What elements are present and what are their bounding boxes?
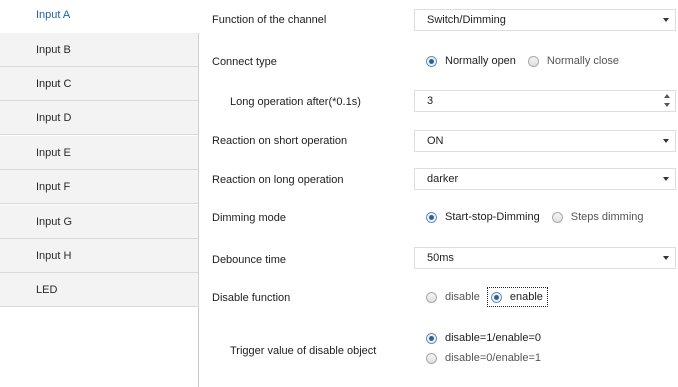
sidebar-item-input-h[interactable]: Input H: [0, 239, 199, 273]
normally-close-radio[interactable]: Normally close: [527, 55, 620, 67]
sidebar-item-input-c[interactable]: Input C: [0, 67, 199, 101]
enable-label: enable: [509, 291, 543, 303]
radio-unchecked-icon: [551, 211, 563, 223]
sidebar-item-input-a[interactable]: Input A: [0, 0, 199, 33]
long-operation-spinbox[interactable]: 3: [414, 90, 676, 112]
steps-dimming-radio[interactable]: Steps dimming: [551, 211, 644, 223]
dimming-mode-radio-group: Start-stop-Dimming Steps dimming: [426, 211, 644, 223]
long-operation-value: 3: [427, 95, 434, 107]
enable-radio[interactable]: enable: [486, 287, 548, 307]
debounce-time-value: 50ms: [427, 252, 454, 264]
trigger-disable1-radio[interactable]: disable=1/enable=0: [426, 332, 541, 344]
debounce-time-select[interactable]: 50ms: [414, 247, 676, 269]
sidebar-item-led[interactable]: LED: [0, 273, 199, 307]
trigger-value-radio-group: disable=1/enable=0 disable=0/enable=1: [426, 332, 541, 364]
sidebar-item-input-d[interactable]: Input D: [0, 101, 199, 135]
trigger-value-label: Trigger value of disable object: [230, 345, 377, 357]
radio-checked-icon: [426, 211, 437, 223]
start-stop-dimming-label: Start-stop-Dimming: [445, 211, 540, 223]
reaction-short-value: ON: [427, 135, 444, 147]
dimming-mode-label: Dimming mode: [212, 212, 286, 224]
spin-up-icon[interactable]: [664, 94, 670, 98]
connect-type-label: Connect type: [212, 56, 277, 68]
normally-open-radio[interactable]: Normally open: [426, 55, 516, 67]
sidebar-item-input-b[interactable]: Input B: [0, 33, 199, 67]
connect-type-radio-group: Normally open Normally close: [426, 55, 619, 67]
radio-checked-icon: [426, 55, 437, 67]
spin-down-icon[interactable]: [664, 103, 670, 107]
radio-checked-icon: [490, 291, 502, 303]
reaction-short-label: Reaction on short operation: [212, 135, 348, 147]
reaction-short-select[interactable]: ON: [414, 130, 676, 152]
chevron-down-icon: [663, 256, 669, 260]
trigger-disable0-radio[interactable]: disable=0/enable=1: [426, 352, 541, 364]
chevron-down-icon: [663, 139, 669, 143]
disable-function-radio-group: disable enable: [426, 287, 548, 307]
trigger-disable0-label: disable=0/enable=1: [445, 352, 542, 364]
reaction-long-label: Reaction on long operation: [212, 174, 344, 186]
sidebar: Input A Input B Input C Input D Input E …: [0, 0, 199, 387]
sidebar-item-input-g[interactable]: Input G: [0, 205, 199, 239]
function-channel-value: Switch/Dimming: [427, 14, 506, 26]
function-channel-label: Function of the channel: [212, 14, 327, 26]
reaction-long-select[interactable]: darker: [414, 168, 676, 190]
start-stop-dimming-radio[interactable]: Start-stop-Dimming: [426, 211, 540, 223]
normally-open-label: Normally open: [445, 55, 516, 67]
normally-close-label: Normally close: [546, 55, 620, 67]
radio-unchecked-icon: [426, 352, 437, 364]
steps-dimming-label: Steps dimming: [570, 211, 644, 223]
chevron-down-icon: [663, 18, 669, 22]
trigger-disable1-label: disable=1/enable=0: [445, 332, 542, 344]
chevron-down-icon: [663, 177, 669, 181]
radio-unchecked-icon: [527, 55, 539, 67]
radio-checked-icon: [426, 332, 437, 344]
debounce-time-label: Debounce time: [212, 254, 286, 266]
radio-unchecked-icon: [426, 291, 437, 303]
disable-radio[interactable]: disable: [426, 291, 480, 303]
disable-label: disable: [445, 291, 480, 303]
function-channel-select[interactable]: Switch/Dimming: [414, 9, 676, 31]
sidebar-item-input-f[interactable]: Input F: [0, 170, 199, 204]
disable-function-label: Disable function: [212, 292, 291, 304]
reaction-long-value: darker: [427, 173, 459, 185]
long-operation-label: Long operation after(*0.1s): [230, 96, 361, 108]
sidebar-item-input-e[interactable]: Input E: [0, 136, 199, 170]
